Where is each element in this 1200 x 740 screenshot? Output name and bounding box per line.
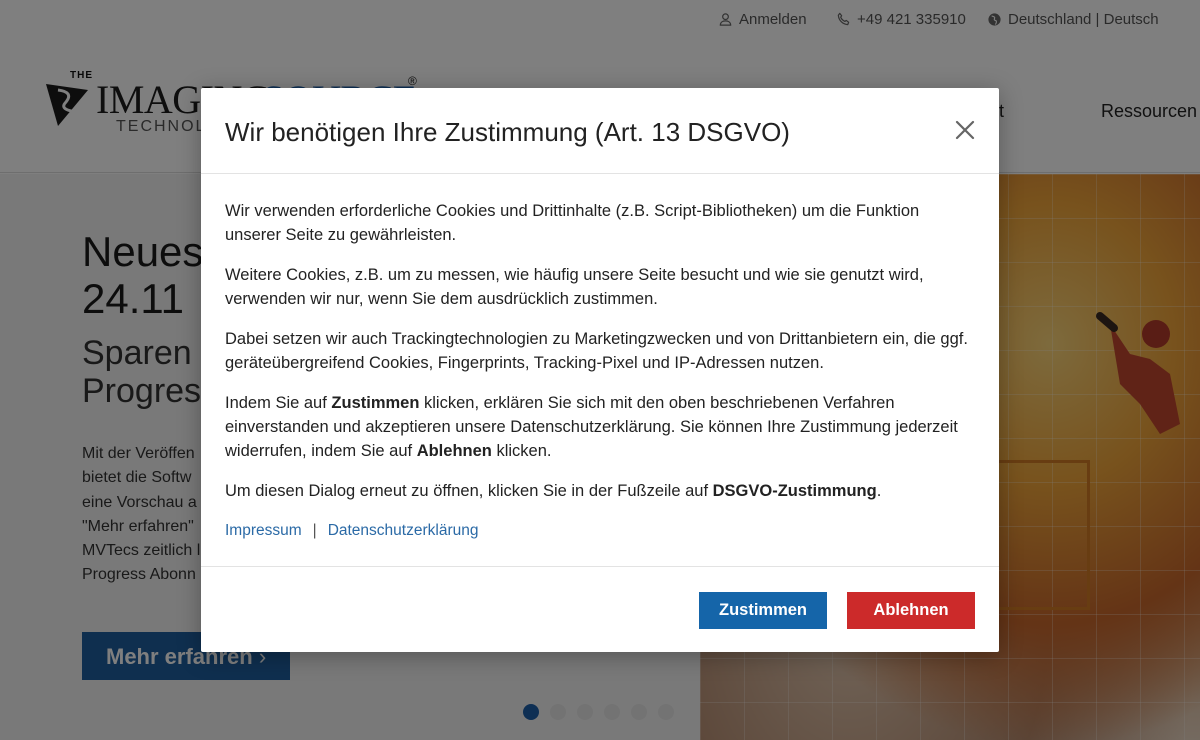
consent-dialog: Wir benötigen Ihre Zustimmung (Art. 13 D…	[201, 88, 999, 652]
consent-paragraph-2: Weitere Cookies, z.B. um zu messen, wie …	[225, 266, 924, 308]
dialog-body: Wir verwenden erforderliche Cookies und …	[225, 199, 975, 543]
consent-paragraph-1: Wir verwenden erforderliche Cookies und …	[225, 202, 920, 244]
accept-reference: Zustimmen	[331, 394, 420, 412]
imprint-link[interactable]: Impressum	[225, 522, 302, 539]
dialog-footer: Zustimmen Ablehnen	[201, 566, 999, 652]
reject-button[interactable]: Ablehnen	[847, 592, 975, 629]
consent-paragraph-3: Dabei setzen wir auch Trackingtechnologi…	[225, 330, 968, 372]
gdpr-consent-reference: DSGVO-Zustimmung	[712, 482, 877, 500]
consent-paragraph-5: Um diesen Dialog erneut zu öffnen, klick…	[225, 482, 882, 500]
dialog-title: Wir benötigen Ihre Zustimmung (Art. 13 D…	[225, 117, 790, 147]
dialog-header: Wir benötigen Ihre Zustimmung (Art. 13 D…	[201, 88, 999, 174]
privacy-policy-link[interactable]: Datenschutzerklärung	[328, 522, 479, 539]
reject-reference: Ablehnen	[416, 442, 492, 460]
close-icon[interactable]	[953, 118, 977, 142]
legal-links: Impressum | Datenschutzerklärung	[225, 519, 975, 543]
accept-button[interactable]: Zustimmen	[699, 592, 827, 629]
consent-paragraph-4: Indem Sie auf Zustimmen klicken, erkläre…	[225, 394, 958, 460]
link-separator: |	[312, 522, 317, 539]
